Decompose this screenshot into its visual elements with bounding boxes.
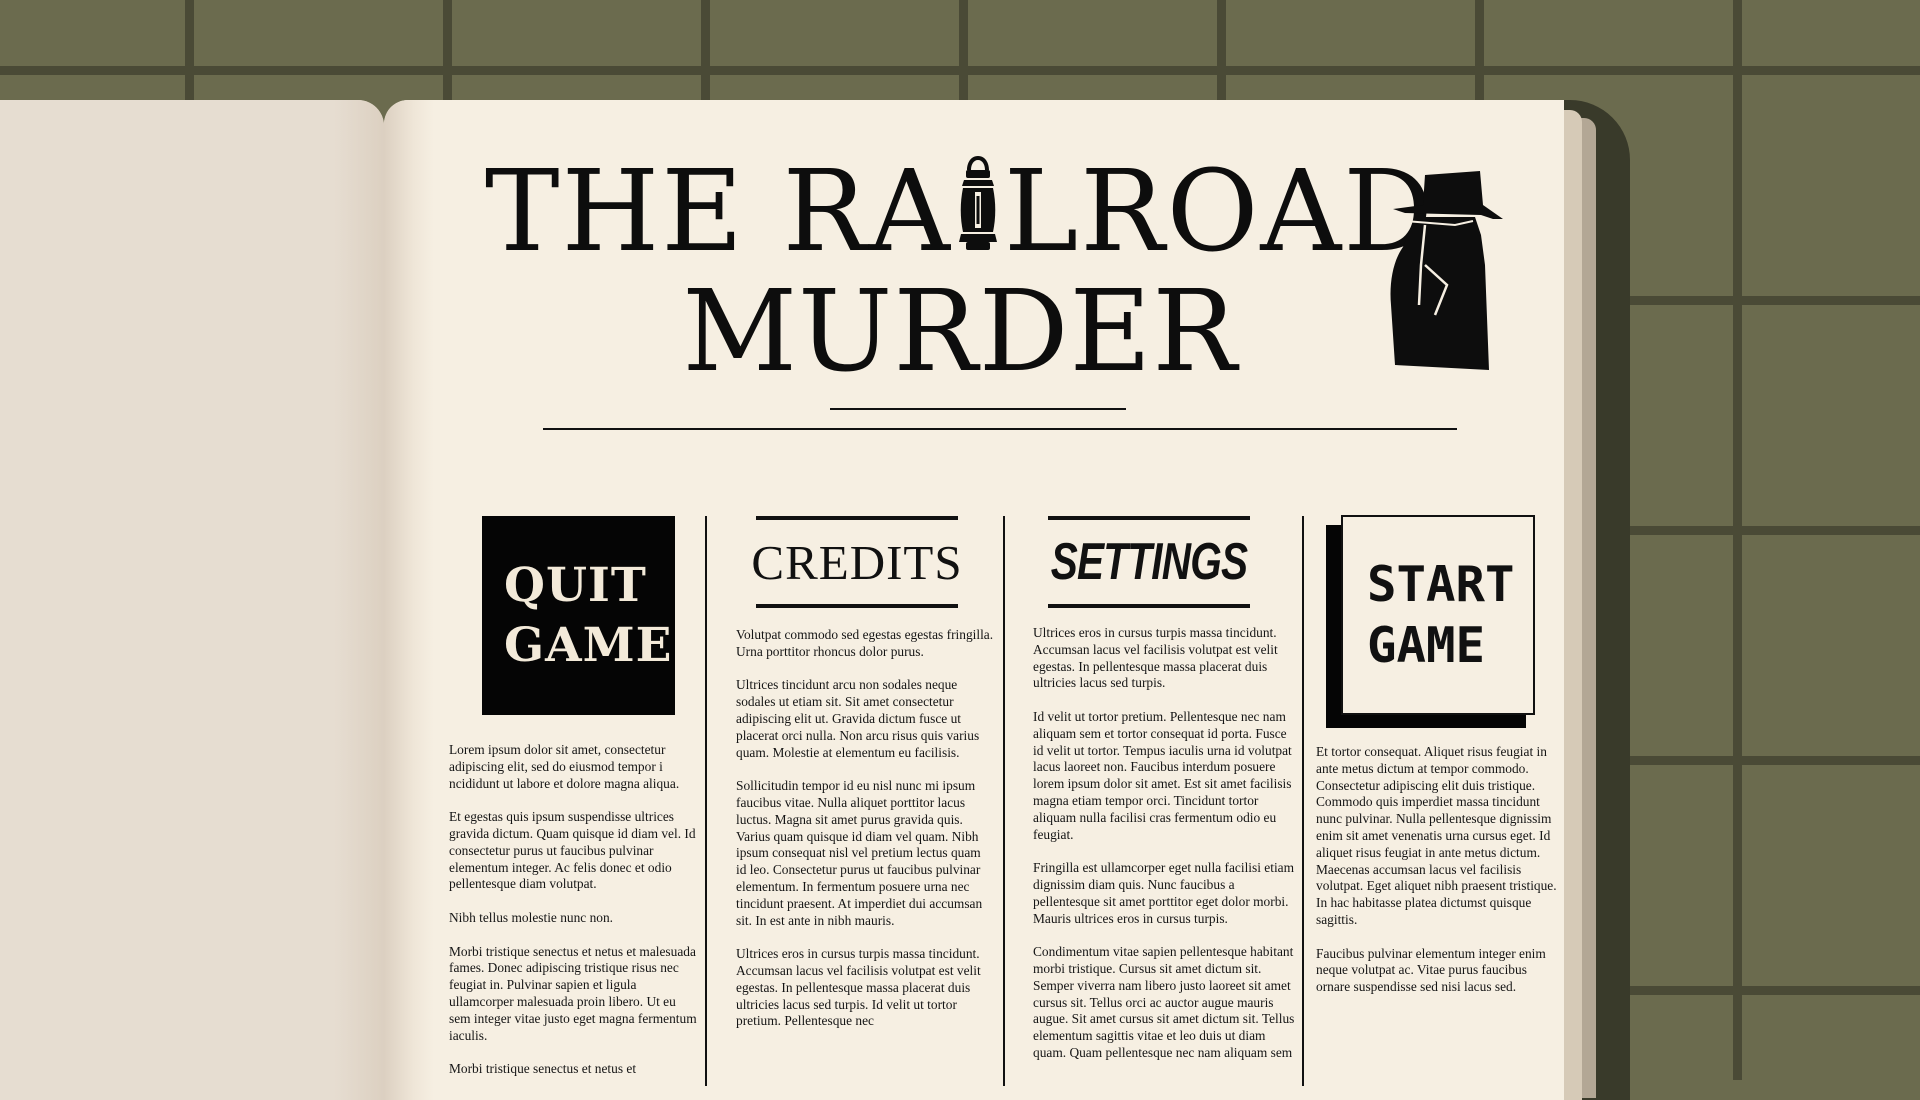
paragraph: Morbi tristique senectus et netus et	[449, 1061, 637, 1077]
column-divider	[1003, 516, 1005, 1086]
title-underline-long	[543, 428, 1457, 430]
detective-silhouette-icon	[1385, 165, 1505, 374]
title-text-part1: THE RA	[484, 147, 952, 277]
paragraph: Id velit ut tortor pretium. Pellentesque…	[1033, 708, 1292, 842]
title-underline-short	[830, 408, 1126, 410]
lantern-icon	[952, 150, 1004, 250]
quit-game-label-line2: GAME	[504, 617, 673, 673]
title-text-part2: LROAD	[1003, 147, 1436, 277]
column-1-text: Lorem ipsum dolor sit amet, consectetur …	[449, 742, 699, 1095]
start-game-button[interactable]: START GAME	[1341, 515, 1535, 715]
paragraph: Volutpat commodo sed egestas egestas fri…	[736, 627, 994, 659]
game-title: THE RA LROAD MURDER	[440, 150, 1480, 388]
paragraph: Sollicitudin tempor id eu nisl nunc mi i…	[736, 778, 983, 928]
quit-game-label-line1: QUIT	[504, 557, 647, 613]
paragraph: Condimentum vitae sapien pellentesque ha…	[1033, 944, 1295, 1060]
column-divider	[1302, 516, 1304, 1086]
settings-label: SETTINGS	[1050, 533, 1248, 591]
start-game-label-line2: GAME	[1367, 617, 1486, 674]
paragraph: Nibh tellus molestie nunc non.	[449, 909, 614, 925]
paragraph: Ultrices eros in cursus turpis massa tin…	[1033, 625, 1278, 691]
column-2-text: Volutpat commodo sed egestas egestas fri…	[736, 627, 994, 1047]
paragraph: Ultrices tincidunt arcu non sodales nequ…	[736, 677, 980, 760]
credits-label: CREDITS	[751, 534, 963, 590]
paragraph: Et tortor consequat. Aliquet risus feugi…	[1316, 744, 1557, 927]
column-3-text: Ultrices eros in cursus turpis massa tin…	[1033, 625, 1295, 1079]
title-line-2: MURDER	[682, 267, 1238, 397]
credits-button[interactable]: CREDITS	[751, 516, 962, 608]
paragraph: Faucibus pulvinar elementum integer enim…	[1316, 945, 1546, 995]
left-book-page	[0, 100, 384, 1100]
paragraph: Lorem ipsum dolor sit amet, consectetur …	[449, 742, 680, 791]
paragraph: Et egestas quis ipsum suspendisse ultric…	[449, 809, 696, 892]
paragraph: Morbi tristique senectus et netus et mal…	[449, 943, 697, 1043]
paragraph: Fringilla est ullamcorper eget nulla fac…	[1033, 860, 1295, 926]
column-4-text: Et tortor consequat. Aliquet risus feugi…	[1316, 744, 1561, 1013]
quit-game-button[interactable]: QUIT GAME	[482, 516, 675, 715]
start-game-label-line1: START	[1367, 556, 1515, 613]
settings-button[interactable]: SETTINGS	[1048, 516, 1250, 608]
title-line-1: THE RA LROAD	[440, 150, 1480, 268]
column-divider	[705, 516, 707, 1086]
paragraph: Ultrices eros in cursus turpis massa tin…	[736, 946, 981, 1029]
